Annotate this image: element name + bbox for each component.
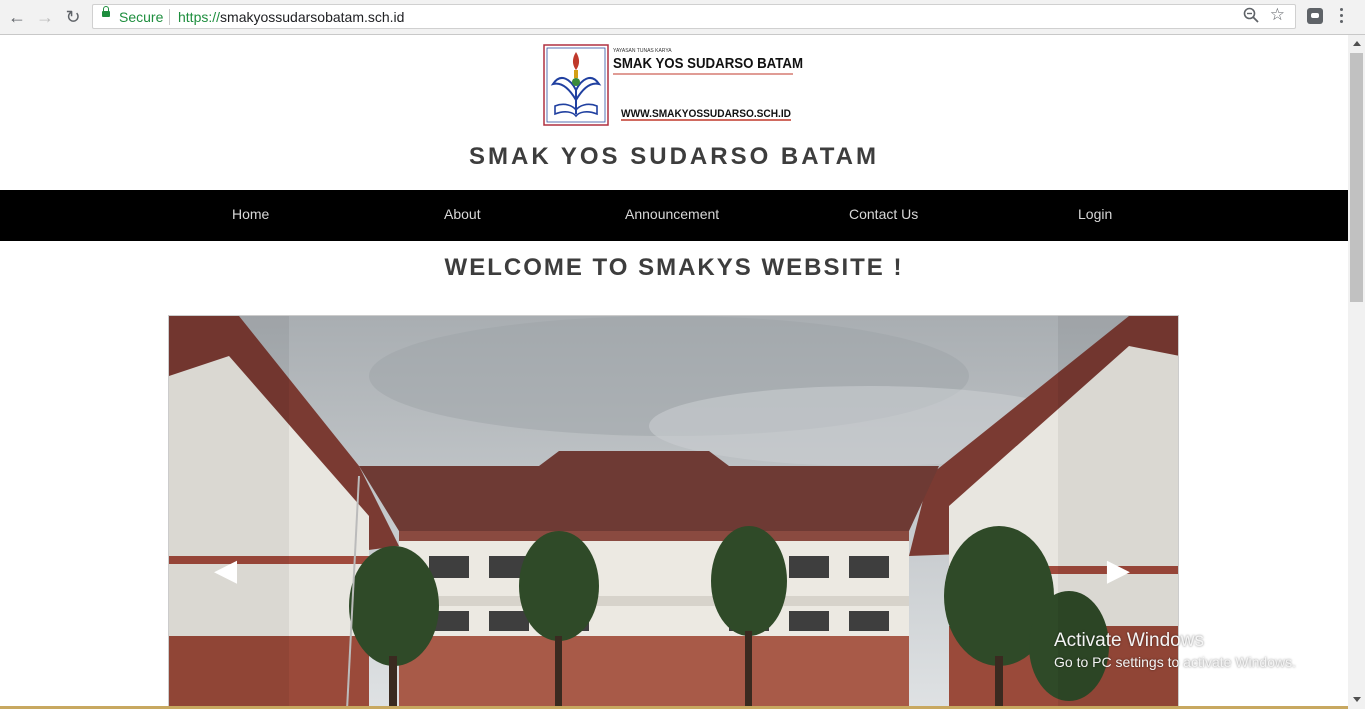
- slider-prev-icon[interactable]: ◀: [214, 553, 237, 588]
- url-host: smakyossudarsobatam.sch.id: [220, 9, 405, 25]
- bookmark-star-icon[interactable]: ☆: [1270, 5, 1285, 25]
- logo-org-text: YAYASAN TUNAS KARYA: [613, 48, 672, 54]
- url-text[interactable]: https://smakyossudarsobatam.sch.id: [178, 9, 404, 25]
- nav-contact-us[interactable]: Contact Us: [849, 206, 918, 222]
- page-scrollbar[interactable]: [1348, 35, 1365, 709]
- lock-icon: [102, 6, 110, 17]
- secure-label: Secure: [119, 9, 164, 25]
- watermark-subtitle: Go to PC settings to activate Windows.: [1054, 654, 1296, 670]
- url-scheme: https://: [178, 9, 221, 25]
- welcome-heading: WELCOME TO SMAKYS WEBSITE !: [444, 254, 904, 281]
- browser-toolbar: ← → ↻ Secure https://smakyossudarsobatam…: [0, 0, 1365, 35]
- slider-prev-area[interactable]: [169, 316, 289, 708]
- address-bar[interactable]: Secure https://smakyossudarsobatam.sch.i…: [92, 4, 1296, 29]
- nav-home[interactable]: Home: [232, 206, 269, 222]
- windows-activation-watermark: Activate Windows Go to PC settings to ac…: [1054, 630, 1296, 670]
- nav-about[interactable]: About: [444, 206, 481, 222]
- divider: [169, 9, 170, 25]
- nav-login[interactable]: Login: [1078, 206, 1112, 222]
- browser-menu-icon[interactable]: [1340, 8, 1344, 26]
- forward-icon[interactable]: →: [34, 6, 56, 28]
- image-slider: ◀ ▶: [168, 315, 1179, 709]
- back-icon[interactable]: ←: [6, 6, 28, 28]
- extension-icon[interactable]: [1307, 8, 1323, 24]
- nav-announcement[interactable]: Announcement: [625, 206, 719, 222]
- zoom-icon[interactable]: [1243, 7, 1259, 23]
- site-title: SMAK YOS SUDARSO BATAM: [468, 143, 879, 170]
- school-building-photo: [169, 316, 1178, 708]
- school-logo: YAYASAN TUNAS KARYA SMAK YOS SUDARSO BAT…: [543, 44, 803, 126]
- scroll-up-icon[interactable]: [1353, 41, 1361, 46]
- logo-web-text: WWW.SMAKYOSSUDARSO.SCH.ID: [621, 108, 791, 120]
- reload-icon[interactable]: ↻: [62, 6, 84, 28]
- watermark-title: Activate Windows: [1054, 630, 1204, 651]
- main-nav: Home About Announcement Contact Us Login: [0, 190, 1348, 241]
- scroll-down-icon[interactable]: [1353, 697, 1361, 702]
- slider-next-icon[interactable]: ▶: [1107, 553, 1130, 588]
- logo-school-text: SMAK YOS SUDARSO BATAM: [613, 55, 803, 72]
- scrollbar-thumb[interactable]: [1350, 53, 1363, 302]
